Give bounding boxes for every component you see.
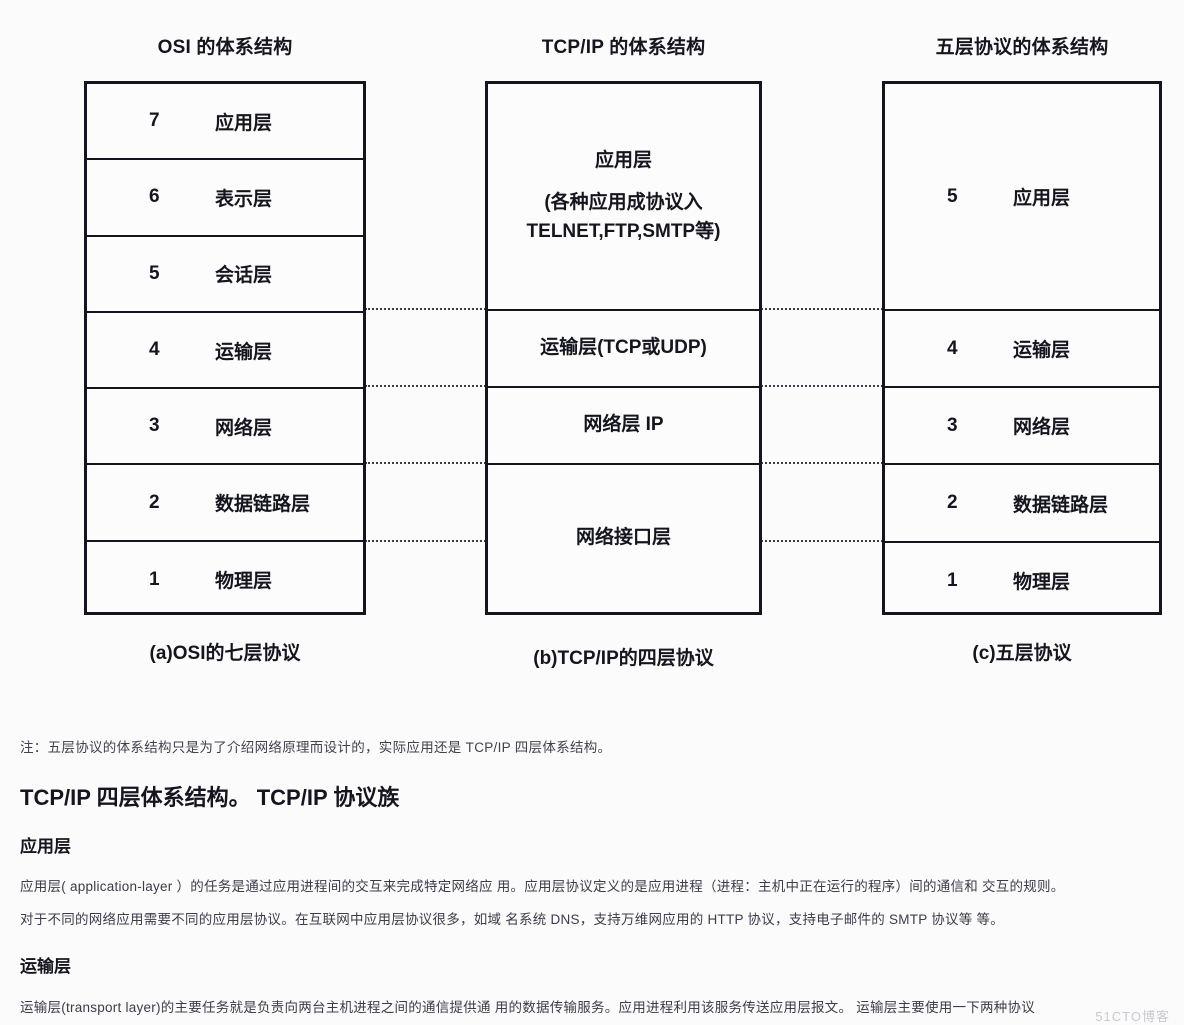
five-layer-3[interactable]: 3 网络层 — [885, 388, 1159, 465]
tcpip-application-sublabel: (各种应用成协议入 TELNET,FTP,SMTP等) — [527, 189, 721, 246]
five-layer-4-number: 4 — [947, 337, 958, 359]
tcpip-stack: 应用层 (各种应用成协议入 TELNET,FTP,SMTP等) 运输层(TCP或… — [485, 81, 762, 615]
connector-dotted-link-physical-left — [365, 540, 489, 542]
five-layer-3-number: 3 — [947, 414, 958, 436]
five-layer-4[interactable]: 4 运输层 — [885, 311, 1159, 388]
connector-dotted-session-transport-right — [758, 308, 886, 310]
paragraph-transport-1: 运输层(transport layer)的主要任务就是负责向两台主机进程之间的通… — [20, 1000, 1036, 1015]
five-layer-2-number: 2 — [947, 492, 958, 513]
five-layer-3-label: 网络层 — [1013, 417, 1071, 438]
osi-layer-1[interactable]: 1 物理层 — [87, 542, 363, 618]
five-layer-5-label: 应用层 — [1013, 188, 1071, 209]
five-layer-1[interactable]: 1 物理层 — [885, 543, 1159, 618]
caption-tcpip: (b)TCP/IP的四层协议 — [533, 648, 714, 669]
osi-layer-2[interactable]: 2 数据链路层 — [87, 465, 363, 542]
five-layer-5[interactable]: 5 应用层 — [885, 84, 1159, 311]
osi-layer-7[interactable]: 7 应用层 — [87, 84, 363, 161]
five-layer-2[interactable]: 2 数据链路层 — [885, 465, 1159, 543]
osi-layer-4-number: 4 — [149, 339, 160, 361]
connector-dotted-link-physical-right — [758, 540, 886, 542]
connector-dotted-transport-network-right — [758, 385, 886, 387]
heading-application-layer: 应用层 — [20, 837, 71, 856]
five-layer-1-number: 1 — [947, 569, 958, 591]
caption-five-layer: (c)五层协议 — [972, 643, 1072, 664]
osi-layer-4-label: 运输层 — [215, 341, 273, 363]
osi-layer-5-number: 5 — [149, 262, 160, 284]
osi-stack: 7 应用层 6 表示层 5 会话层 4 运输层 3 网络层 2 数据链路层 1 … — [84, 81, 366, 615]
connector-dotted-transport-network-left — [365, 385, 489, 387]
tcpip-transport-label: 运输层(TCP或UDP) — [540, 337, 707, 359]
tcpip-application-label: 应用层 — [594, 149, 652, 171]
tcpip-application-sublabel-line1: (各种应用成协议入 — [544, 192, 703, 214]
connector-dotted-network-link-right — [758, 462, 886, 464]
five-layer-2-label: 数据链路层 — [1013, 494, 1109, 516]
tcpip-layer-network[interactable]: 网络层 IP — [488, 388, 759, 465]
tcpip-network-label: 网络层 IP — [583, 414, 664, 436]
five-layer-4-label: 运输层 — [1013, 340, 1071, 361]
tcpip-layer-network-interface[interactable]: 网络接口层 — [488, 465, 759, 612]
osi-layer-7-number: 7 — [149, 110, 160, 132]
heading-transport-layer: 运输层 — [20, 957, 71, 976]
tcpip-layer-application[interactable]: 应用层 (各种应用成协议入 TELNET,FTP,SMTP等) — [488, 84, 759, 311]
connector-dotted-network-link-left — [365, 462, 489, 464]
column-title-tcpip: TCP/IP 的体系结构 — [541, 37, 706, 58]
tcpip-network-interface-label: 网络接口层 — [569, 524, 677, 553]
caption-osi: (a)OSI的七层协议 — [149, 643, 301, 664]
column-title-five-layer: 五层协议的体系结构 — [935, 37, 1109, 58]
osi-layer-6-number: 6 — [149, 186, 160, 208]
heading-tcpip-four-layer: TCP/IP 四层体系结构。 TCP/IP 协议族 — [20, 785, 400, 810]
five-layer-5-number: 5 — [947, 185, 958, 207]
osi-layer-5-label: 会话层 — [215, 265, 273, 287]
paragraph-application-2: 对于不同的网络应用需要不同的应用层协议。在互联网中应用层协议很多，如域 名系统 … — [20, 912, 1005, 927]
osi-layer-6[interactable]: 6 表示层 — [87, 160, 363, 237]
osi-layer-3-label: 网络层 — [215, 417, 273, 439]
osi-layer-4[interactable]: 4 运输层 — [87, 313, 363, 390]
osi-layer-7-label: 应用层 — [215, 112, 273, 134]
osi-layer-3[interactable]: 3 网络层 — [87, 389, 363, 466]
protocol-stack-diagram: OSI 的体系结构 TCP/IP 的体系结构 五层协议的体系结构 7 应用层 6… — [0, 0, 1184, 700]
osi-layer-2-label: 数据链路层 — [215, 494, 311, 516]
diagram-note: 注：五层协议的体系结构只是为了介绍网络原理而设计的，实际应用还是 TCP/IP … — [20, 740, 612, 755]
osi-layer-5[interactable]: 5 会话层 — [87, 237, 363, 313]
osi-layer-1-number: 1 — [149, 568, 160, 590]
tcpip-layer-transport[interactable]: 运输层(TCP或UDP) — [488, 311, 759, 388]
osi-layer-6-label: 表示层 — [215, 188, 273, 210]
osi-layer-1-label: 物理层 — [215, 571, 273, 593]
osi-layer-3-number: 3 — [149, 415, 160, 437]
five-layer-stack: 5 应用层 4 运输层 3 网络层 2 数据链路层 1 物理层 — [882, 81, 1162, 615]
column-title-osi: OSI 的体系结构 — [157, 37, 293, 58]
paragraph-application-1: 应用层( application-layer ）的任务是通过应用进程间的交互来完… — [20, 879, 1065, 894]
five-layer-1-label: 物理层 — [1013, 572, 1071, 593]
tcpip-application-sublabel-line2: TELNET,FTP,SMTP等) — [526, 220, 721, 242]
osi-layer-2-number: 2 — [149, 491, 160, 513]
connector-dotted-session-transport-left — [365, 308, 489, 310]
